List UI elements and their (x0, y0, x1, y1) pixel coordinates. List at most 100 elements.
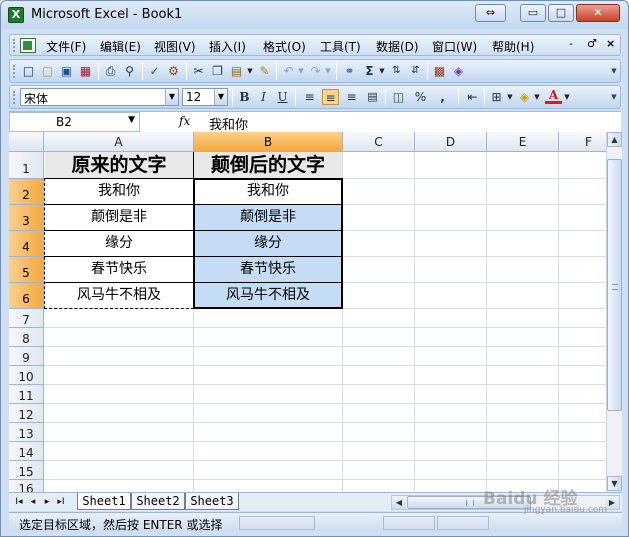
row-header-12[interactable]: 12 (9, 404, 44, 423)
format-painter-icon[interactable]: ✎ (256, 63, 273, 79)
row-header-3[interactable]: 3 (9, 205, 44, 231)
cell-a1[interactable]: 原来的文字 (45, 152, 193, 178)
row-header-9[interactable]: 9 (9, 347, 44, 366)
new-icon[interactable]: □ (20, 63, 37, 79)
minimize-button[interactable]: ▭ (520, 4, 546, 22)
row-header-7[interactable]: 7 (9, 309, 44, 328)
toolbar-grip[interactable] (13, 91, 16, 104)
column-header-a[interactable]: A (44, 132, 194, 152)
chevron-down-icon[interactable]: ▼ (128, 115, 135, 125)
resize-button[interactable]: ⇔ (475, 4, 506, 22)
column-header-d[interactable]: D (415, 132, 487, 152)
doc-minimize-button[interactable]: - (569, 37, 573, 50)
row-header-11[interactable]: 11 (9, 385, 44, 404)
toolbar-options-icon[interactable]: ▼ (610, 63, 618, 79)
name-box[interactable]: B2 ▼ (9, 112, 140, 132)
row-header-5[interactable]: 5 (9, 257, 44, 283)
workbook-icon[interactable] (20, 38, 36, 53)
fill-color-dropdown-icon[interactable]: ▼ (533, 89, 541, 105)
row-header-6[interactable]: 6 (9, 283, 44, 309)
font-color-icon[interactable]: A (545, 89, 562, 104)
cell-b1[interactable]: 颠倒后的文字 (194, 152, 342, 178)
sort-descending-icon[interactable]: ⇵ (407, 63, 424, 79)
column-header-f[interactable]: F (559, 132, 606, 152)
italic-button[interactable]: I (255, 89, 272, 105)
menu-file[interactable]: 文件(F) (46, 38, 86, 55)
chart-wizard-icon[interactable]: ▩ (431, 63, 448, 79)
fill-color-icon[interactable]: ◈ (516, 89, 533, 105)
autosum-icon[interactable]: Σ (361, 63, 378, 79)
menu-insert[interactable]: 插入(I) (209, 38, 246, 55)
column-header-c[interactable]: C (343, 132, 415, 152)
spelling-icon[interactable]: ✓ (146, 63, 163, 79)
menu-data[interactable]: 数据(D) (376, 38, 419, 55)
decrease-indent-icon[interactable]: ⇤ (464, 89, 481, 105)
tab-sheet3[interactable]: Sheet3 (185, 493, 239, 510)
row-header-14[interactable]: 14 (9, 442, 44, 461)
select-all-corner[interactable] (9, 132, 44, 152)
row-header-8[interactable]: 8 (9, 328, 44, 347)
row-header-2[interactable]: 2 (9, 179, 44, 205)
currency-icon[interactable]: ◫ (390, 89, 407, 105)
menu-grip[interactable] (13, 39, 16, 52)
row-header-16[interactable]: 16 (9, 480, 44, 492)
paste-icon[interactable]: ▤ (228, 63, 245, 79)
column-header-e[interactable]: E (487, 132, 559, 152)
doc-close-button[interactable]: × (606, 37, 615, 50)
save-icon[interactable]: ▣ (58, 63, 75, 79)
font-size-combo[interactable]: 12 ▼ (182, 88, 228, 106)
column-header-b[interactable]: B (194, 132, 343, 152)
toolbar-options-icon[interactable]: ▼ (610, 89, 618, 105)
vertical-scroll-thumb[interactable] (607, 159, 622, 411)
print-icon[interactable]: ⎙ (102, 63, 119, 79)
toolbar-grip[interactable] (13, 65, 16, 78)
formula-input[interactable]: 我和你 (209, 114, 248, 133)
sort-ascending-icon[interactable]: ⇅ (388, 63, 405, 79)
tab-sheet1[interactable]: Sheet1 (77, 493, 131, 510)
scroll-up-icon[interactable]: ▲ (607, 132, 622, 147)
next-sheet-icon[interactable]: ▸ (41, 495, 53, 509)
undo-dropdown-icon[interactable]: ▼ (297, 63, 305, 79)
borders-dropdown-icon[interactable]: ▼ (506, 89, 514, 105)
row-header-4[interactable]: 4 (9, 231, 44, 257)
scroll-right-icon[interactable]: ▶ (605, 496, 619, 509)
redo-dropdown-icon[interactable]: ▼ (324, 63, 332, 79)
maximize-button[interactable]: □ (548, 4, 574, 22)
autosum-dropdown-icon[interactable]: ▼ (378, 63, 386, 79)
close-button[interactable]: ✕ (576, 4, 620, 22)
cut-icon[interactable]: ✂ (190, 63, 207, 79)
tab-sheet2[interactable]: Sheet2 (131, 493, 185, 510)
selection-range[interactable] (193, 178, 343, 309)
insert-function-button[interactable]: fx (179, 114, 190, 128)
menu-edit[interactable]: 编辑(E) (100, 38, 141, 55)
menu-view[interactable]: 视图(V) (154, 38, 196, 55)
percent-button[interactable]: % (412, 89, 429, 105)
menu-format[interactable]: 格式(O) (263, 38, 306, 55)
font-color-dropdown-icon[interactable]: ▼ (563, 89, 571, 105)
title-bar[interactable]: X Microsoft Excel - Book1 ⇔ ▭ □ ✕ (1, 1, 628, 29)
prev-sheet-icon[interactable]: ◂ (27, 495, 39, 509)
borders-icon[interactable]: ⊞ (488, 89, 505, 105)
scroll-left-icon[interactable]: ◀ (392, 496, 406, 509)
copy-icon[interactable]: ❐ (209, 63, 226, 79)
font-name-combo[interactable]: 宋体 ▼ (20, 88, 179, 106)
align-center-icon[interactable]: ≡ (322, 89, 339, 105)
row-header-1[interactable]: 1 (9, 152, 44, 179)
first-sheet-icon[interactable]: I◂ (13, 495, 25, 509)
hyperlink-icon[interactable]: ⚭ (341, 63, 358, 79)
worksheet-grid[interactable]: A B C D E F 1 2 3 4 5 6 7 8 9 10 11 12 1… (9, 132, 606, 492)
bold-button[interactable]: B (236, 89, 253, 105)
chevron-down-icon[interactable]: ▼ (165, 89, 178, 105)
menu-window[interactable]: 窗口(W) (432, 38, 477, 55)
paste-dropdown-icon[interactable]: ▼ (246, 63, 254, 79)
redo-icon[interactable]: ↷ (307, 63, 324, 79)
menu-help[interactable]: 帮助(H) (492, 38, 534, 55)
open-icon[interactable]: ▢ (39, 63, 56, 79)
align-left-icon[interactable]: ≡ (301, 89, 318, 105)
underline-button[interactable]: U (274, 89, 291, 105)
chevron-down-icon[interactable]: ▼ (214, 89, 227, 105)
drawing-icon[interactable]: ◈ (450, 63, 467, 79)
vertical-scrollbar[interactable]: ▲ ▼ (606, 132, 622, 492)
row-header-13[interactable]: 13 (9, 423, 44, 442)
row-header-10[interactable]: 10 (9, 366, 44, 385)
